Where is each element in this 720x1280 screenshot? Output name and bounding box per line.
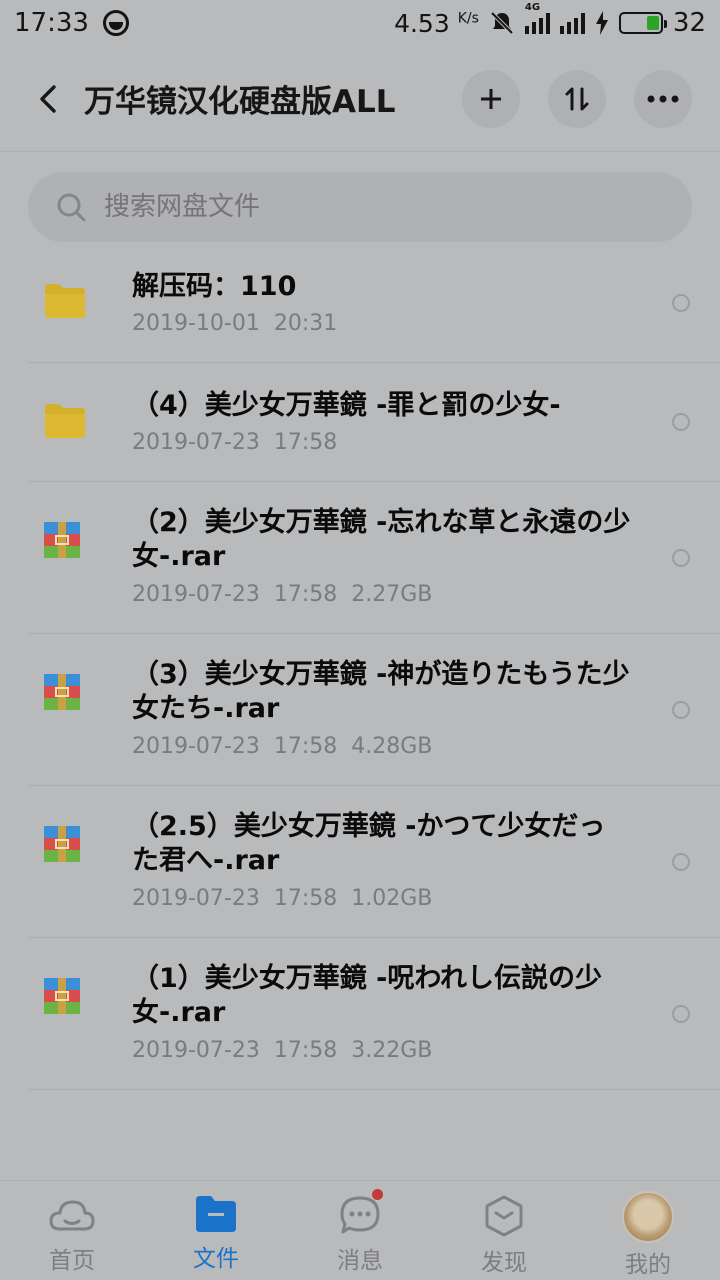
- select-radio[interactable]: [672, 701, 690, 719]
- rar-archive-icon: [44, 826, 80, 866]
- select-radio[interactable]: [672, 1005, 690, 1023]
- nav-home[interactable]: 首页: [0, 1181, 144, 1280]
- nav-label: 文件: [193, 1246, 239, 1272]
- list-item-rar-2[interactable]: （2）美少女万華鏡 -忘れな草と永遠の少女-.rar 2019-07-23 17:…: [28, 482, 720, 634]
- search-icon: [57, 193, 86, 222]
- file-list: 解压码：110 2019-10-01 20:31 （4）美少女万華鏡 -罪と罰の少…: [0, 244, 720, 1090]
- rar-archive-icon: [44, 522, 80, 562]
- bottom-nav: 首页 文件 消息 发现 我的: [0, 1180, 720, 1280]
- nav-messages[interactable]: 消息: [288, 1181, 432, 1280]
- signal-icon: [524, 12, 550, 34]
- status-time: 17:33: [14, 8, 89, 38]
- plus-icon: [481, 88, 501, 109]
- discover-icon: [485, 1195, 523, 1237]
- back-icon: [40, 84, 56, 113]
- list-item-rar-1[interactable]: （1）美少女万華鏡 -呪われし伝説の少女-.rar 2019-07-23 17:5…: [28, 938, 720, 1090]
- file-name: （4）美少女万華鏡 -罪と罰の少女-: [132, 390, 561, 421]
- select-radio[interactable]: [672, 413, 690, 431]
- more-icon: [647, 95, 679, 102]
- notification-badge: [372, 1189, 383, 1200]
- nav-label: 我的: [625, 1252, 671, 1278]
- network-type: 4G: [524, 2, 541, 13]
- list-item-rar-2-5[interactable]: （2.5）美少女万華鏡 -かつて少女だった君へ-.rar 2019-07-23 1…: [28, 786, 720, 938]
- battery-level: 32: [672, 8, 706, 38]
- file-meta: 2019-07-23 17:58 4.28GB: [132, 734, 433, 759]
- avatar: [622, 1191, 674, 1243]
- search-input[interactable]: [104, 192, 624, 222]
- chat-icon: [340, 1196, 380, 1234]
- nav-label: 发现: [481, 1250, 527, 1276]
- file-meta: 2019-10-01 20:31: [132, 311, 338, 336]
- folder-icon: [44, 403, 86, 443]
- mute-bell-icon: [490, 11, 514, 35]
- select-radio[interactable]: [672, 853, 690, 871]
- nav-profile[interactable]: 我的: [576, 1181, 720, 1280]
- file-name: （1）美少女万華鏡 -呪われし伝説の少女-.rar: [132, 963, 603, 1028]
- signal-icon-2: [559, 12, 585, 34]
- file-name: （2.5）美少女万華鏡 -かつて少女だった君へ-.rar: [132, 811, 606, 876]
- status-bar: 17:33 4.53 K/s 4G 32: [0, 0, 720, 46]
- folder-icon: [196, 1196, 236, 1232]
- net-speed: 4.53 K/s: [394, 8, 479, 38]
- nav-files[interactable]: 文件: [144, 1181, 288, 1280]
- app-notification-icon: [102, 10, 129, 36]
- add-button[interactable]: [462, 69, 520, 128]
- rar-archive-icon: [44, 674, 80, 714]
- sort-button[interactable]: [548, 69, 606, 128]
- list-item-folder-password[interactable]: 解压码：110 2019-10-01 20:31: [28, 244, 720, 363]
- file-name: 解压码：110: [132, 271, 297, 302]
- file-meta: 2019-07-23 17:58 3.22GB: [132, 1038, 433, 1063]
- list-item-folder-4[interactable]: （4）美少女万華鏡 -罪と罰の少女- 2019-07-23 17:58: [28, 363, 720, 482]
- header: 万华镜汉化硬盘版ALL: [0, 46, 720, 152]
- file-name: （3）美少女万華鏡 -神が造りたもうた少女たち-.rar: [132, 659, 630, 724]
- file-meta: 2019-07-23 17:58 1.02GB: [132, 886, 433, 911]
- select-radio[interactable]: [672, 549, 690, 567]
- folder-icon: [44, 283, 86, 323]
- more-button[interactable]: [634, 69, 692, 128]
- back-button[interactable]: [30, 81, 66, 117]
- page-title: 万华镜汉化硬盘版ALL: [84, 84, 396, 120]
- file-meta: 2019-07-23 17:58 2.27GB: [132, 582, 433, 607]
- nav-label: 消息: [337, 1248, 383, 1274]
- nav-discover[interactable]: 发现: [432, 1181, 576, 1280]
- nav-label: 首页: [49, 1248, 95, 1274]
- battery-icon: [618, 12, 667, 34]
- file-name: （2）美少女万華鏡 -忘れな草と永遠の少女-.rar: [132, 507, 631, 572]
- select-radio[interactable]: [672, 294, 690, 312]
- charging-icon: [595, 11, 608, 35]
- cloud-icon: [49, 1200, 95, 1231]
- rar-archive-icon: [44, 978, 80, 1018]
- file-meta: 2019-07-23 17:58: [132, 430, 338, 455]
- sort-icon: [565, 87, 589, 110]
- list-item-rar-3[interactable]: （3）美少女万華鏡 -神が造りたもうた少女たち-.rar 2019-07-23 1…: [28, 634, 720, 786]
- search-bar[interactable]: [28, 172, 692, 242]
- net-speed-unit: K/s: [457, 10, 479, 27]
